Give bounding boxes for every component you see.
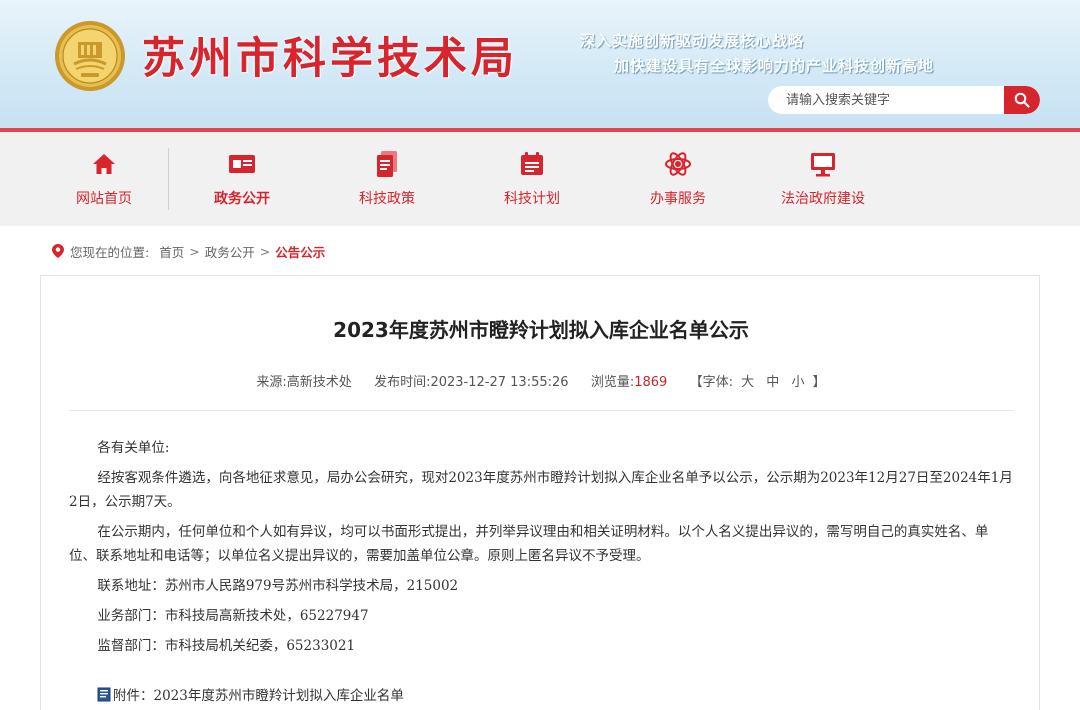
city-emblem-icon[interactable]	[54, 20, 126, 92]
slogan-line-2: 加快建设具有全球影响力的产业科技创新高地	[613, 57, 934, 75]
location-pin-icon	[52, 244, 64, 258]
atom-icon	[665, 152, 691, 176]
breadcrumb-separator: >	[189, 243, 200, 259]
site-title: 苏州市科学技术局	[142, 34, 518, 84]
attachment-label: 附件：2023年度苏州市瞪羚计划拟入库企业名单	[113, 688, 404, 704]
breadcrumb-home[interactable]: 首页	[159, 242, 184, 261]
article-card: 2023年度苏州市瞪羚计划拟入库企业名单公示 来源:高新技术处 发布时间:202…	[40, 275, 1040, 710]
breadcrumb: 您现在的位置: 首页 > 政务公开 > 公告公示	[52, 242, 325, 260]
nav-label-tech-plan: 科技计划	[504, 191, 560, 207]
font-size-large-button[interactable]: 大	[741, 375, 754, 390]
views-value: 1869	[634, 375, 668, 390]
main-nav: 网站首页 政务公开 科技政策 科技计划 办事服务 法治政府建设	[0, 132, 1080, 226]
nav-label-government-affairs: 政务公开	[214, 191, 270, 207]
font-size-medium-button[interactable]: 中	[766, 375, 779, 390]
nav-item-services[interactable]: 办事服务	[612, 132, 744, 226]
search-box	[768, 86, 1040, 114]
breadcrumb-current: 公告公示	[275, 244, 326, 260]
paragraph-contact-address: 联系地址：苏州市人民路979号苏州市科学技术局，215002	[97, 578, 459, 594]
paragraph-business-dept: 业务部门：市科技局高新技术处，65227947	[97, 608, 369, 624]
slogan-line-1: 深入实施创新驱动发展核心战略	[579, 32, 804, 50]
font-size-small-button[interactable]: 小	[791, 375, 804, 390]
nav-item-tech-policy[interactable]: 科技政策	[321, 132, 453, 226]
nav-item-tech-plan[interactable]: 科技计划	[466, 132, 598, 226]
views-label: 浏览量:	[590, 375, 635, 390]
breadcrumb-separator: >	[259, 243, 271, 259]
source-value: 高新技术处	[286, 375, 352, 390]
time-value: 2023-12-27 13:55:26	[430, 375, 569, 390]
document-icon	[377, 151, 397, 177]
paragraph-salutation: 各有关单位:	[97, 440, 170, 456]
paragraph-objection-rules: 在公示期内，任何单位和个人如有异议，均可以书面形式提出，并列举异议理由和相关证明…	[69, 524, 989, 564]
source-label: 来源:	[256, 375, 287, 390]
monitor-icon	[811, 153, 835, 177]
id-card-icon	[229, 155, 255, 173]
article-body: 各有关单位: 经按客观条件遴选，向各地征求意见，局办公会研究，现对2023年度苏…	[69, 436, 1013, 658]
calendar-icon	[521, 152, 543, 175]
font-size-label-close: 】	[812, 375, 826, 390]
time-label: 发布时间:	[374, 375, 431, 390]
nav-item-rule-of-law[interactable]: 法治政府建设	[757, 132, 889, 226]
font-size-label: 【字体:	[689, 375, 733, 390]
attachment-link[interactable]: 附件：2023年度苏州市瞪羚计划拟入库企业名单	[97, 684, 404, 704]
paragraph-supervision-dept: 监督部门：市科技局机关纪委，65233021	[97, 638, 356, 654]
title-divider	[69, 410, 1013, 411]
nav-item-government-affairs[interactable]: 政务公开	[176, 132, 308, 226]
nav-item-home[interactable]: 网站首页	[38, 132, 170, 226]
nav-divider	[168, 148, 169, 210]
breadcrumb-government-affairs[interactable]: 政务公开	[205, 242, 255, 261]
article-title: 2023年度苏州市瞪羚计划拟入库企业名单公示	[333, 318, 749, 342]
nav-label-home: 网站首页	[76, 191, 132, 207]
search-icon	[1014, 92, 1030, 108]
nav-label-services: 办事服务	[650, 191, 706, 207]
breadcrumb-prefix: 您现在的位置:	[70, 244, 150, 260]
search-button[interactable]	[1004, 86, 1040, 114]
article-meta: 来源:高新技术处 发布时间:2023-12-27 13:55:26 浏览量:18…	[41, 371, 1041, 390]
word-document-icon	[97, 687, 111, 701]
search-input[interactable]	[768, 86, 1004, 114]
nav-label-tech-policy: 科技政策	[359, 191, 415, 207]
nav-label-rule-of-law: 法治政府建设	[781, 191, 865, 207]
paragraph-announcement: 经按客观条件遴选，向各地征求意见，局办公会研究，现对2023年度苏州市瞪羚计划拟…	[69, 470, 1013, 510]
site-header: 苏州市科学技术局 深入实施创新驱动发展核心战略 加快建设具有全球影响力的产业科技…	[0, 0, 1080, 132]
home-icon	[93, 154, 115, 174]
